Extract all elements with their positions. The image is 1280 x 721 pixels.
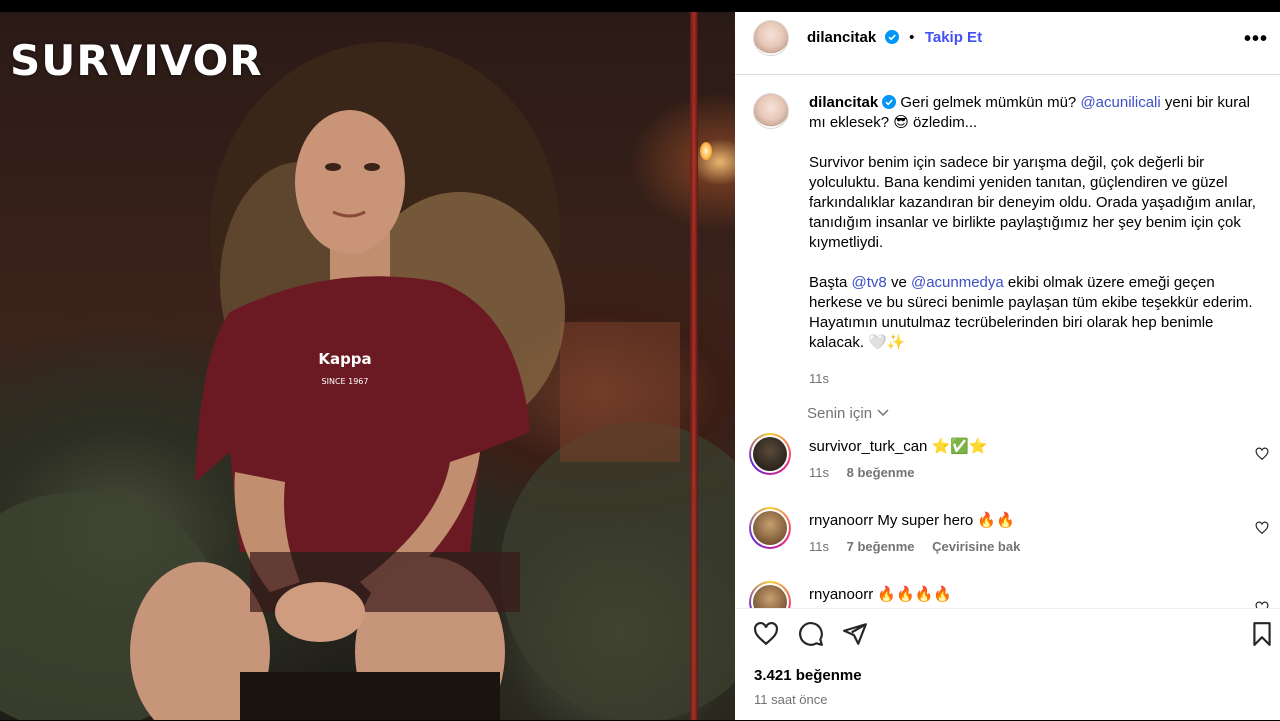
comment-body: rnyanoorr My super hero 🔥🔥 (809, 511, 1015, 529)
caption-username[interactable]: dilancitak (809, 94, 878, 111)
comment-username[interactable]: survivor_turk_can (809, 438, 927, 455)
comment-text: 🔥🔥🔥🔥 (877, 586, 953, 603)
like-heart-icon[interactable] (753, 621, 779, 647)
post-actions-bar: 3.421 beğenme 11 saat önce (735, 608, 1280, 721)
caption-paragraph-3: Başta @tv8 ve @acunmedya ekibi olmak üze… (809, 273, 1264, 353)
chevron-down-icon (877, 409, 889, 417)
comments-scroll-area[interactable]: dilancitak Geri gelmek mümkün mü? @acuni… (735, 75, 1280, 608)
comment-like-heart-icon[interactable] (1255, 521, 1269, 535)
caption: dilancitak Geri gelmek mümkün mü? @acuni… (809, 93, 1264, 389)
caption-text-3b: ve (890, 274, 907, 291)
caption-text-3a: Başta (809, 274, 848, 291)
comment-item: rnyanoorr 🔥🔥🔥🔥 (749, 581, 1269, 608)
survivor-logo: SURVIVOR (10, 36, 263, 85)
author-line: dilancitak • Takip Et (807, 29, 982, 47)
caption-timestamp: 11s (809, 371, 829, 386)
comment-sort-label: Senin için (807, 405, 873, 422)
comment-item: survivor_turk_can ⭐✅⭐ 11s 8 beğenme (749, 433, 1269, 493)
caption-paragraph-1: dilancitak Geri gelmek mümkün mü? @acuni… (809, 93, 1264, 133)
comment-like-heart-icon[interactable] (1255, 447, 1269, 461)
comment-username[interactable]: rnyanoorr (809, 586, 873, 603)
comment-text: My super hero 🔥🔥 (877, 512, 1015, 529)
red-pillar (690, 12, 698, 720)
verified-badge-icon (882, 95, 897, 109)
follow-button[interactable]: Takip Et (925, 29, 982, 46)
share-send-icon[interactable] (842, 621, 868, 647)
author-username[interactable]: dilancitak (807, 29, 876, 46)
post-photo[interactable]: Kappa SINCE 1967 SURVIVOR (0, 12, 735, 720)
more-options-icon[interactable]: ••• (1244, 28, 1268, 51)
see-translation-link[interactable]: Çevirisine bak (932, 539, 1020, 554)
commenter-avatar[interactable] (749, 581, 791, 608)
woman-figure-illustration: Kappa SINCE 1967 (0, 42, 735, 720)
candle-light (700, 142, 712, 160)
comment-likes[interactable]: 8 beğenme (847, 465, 915, 480)
mention-tv8[interactable]: @tv8 (852, 274, 887, 291)
comment-sort-dropdown[interactable]: Senin için (807, 405, 890, 422)
save-bookmark-icon[interactable] (1249, 621, 1275, 647)
post-header: dilancitak • Takip Et ••• (735, 12, 1280, 75)
shirt-sub-text: SINCE 1967 (322, 377, 369, 386)
caption-paragraph-2: Survivor benim için sadece bir yarışma d… (809, 154, 1256, 251)
dot-separator: • (909, 29, 915, 46)
comment-body: survivor_turk_can ⭐✅⭐ (809, 437, 988, 455)
comment-text: ⭐✅⭐ (931, 438, 988, 455)
comment-bubble-icon[interactable] (798, 621, 824, 647)
shirt-logo-text: Kappa (318, 350, 371, 368)
mention-acunmedya[interactable]: @acunmedya (911, 274, 1004, 291)
comment-likes[interactable]: 7 beğenme (847, 539, 915, 554)
author-avatar[interactable] (753, 20, 789, 56)
caption-avatar[interactable] (753, 93, 789, 129)
post-side-panel: dilancitak • Takip Et ••• dilancitak Ger… (735, 12, 1280, 720)
comment-item: rnyanoorr My super hero 🔥🔥 11s 7 beğenme… (749, 507, 1269, 567)
like-count[interactable]: 3.421 beğenme (754, 667, 862, 684)
comment-like-heart-icon[interactable] (1255, 601, 1269, 608)
comment-time: 11s (809, 539, 829, 554)
commenter-avatar[interactable] (749, 507, 791, 549)
top-black-bar (0, 0, 1280, 12)
comment-meta: 11s 7 beğenme Çevirisine bak (809, 539, 1034, 554)
verified-badge-icon (884, 30, 899, 44)
mention-acunilicali[interactable]: @acunilicali (1080, 94, 1160, 111)
comment-body: rnyanoorr 🔥🔥🔥🔥 (809, 585, 952, 603)
caption-text-1: Geri gelmek mümkün mü? (900, 94, 1077, 111)
comment-username[interactable]: rnyanoorr (809, 512, 873, 529)
comment-time: 11s (809, 465, 829, 480)
post-time[interactable]: 11 saat önce (754, 692, 827, 707)
comment-meta: 11s 8 beğenme (809, 465, 929, 480)
commenter-avatar[interactable] (749, 433, 791, 475)
